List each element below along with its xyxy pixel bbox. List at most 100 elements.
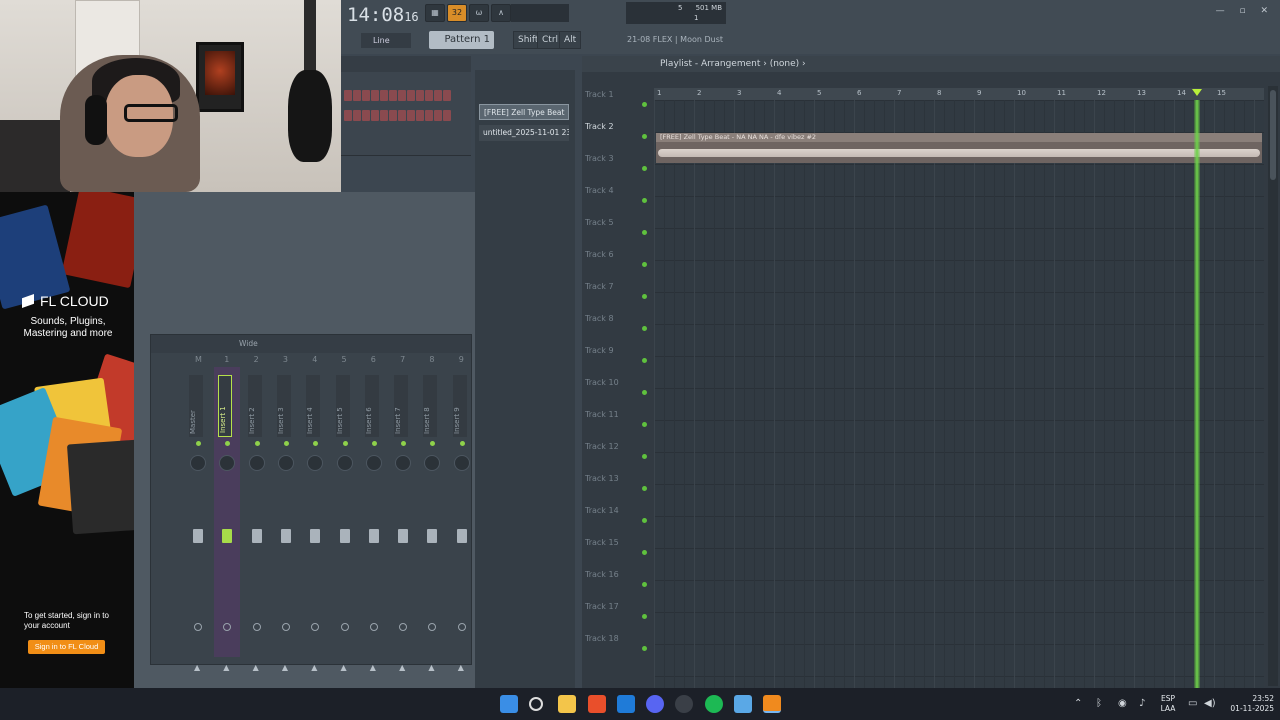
step-pad[interactable] bbox=[434, 90, 442, 101]
track-enable-led[interactable] bbox=[642, 326, 647, 331]
mixer-strip[interactable]: 8 Insert 8 ▲ bbox=[419, 355, 445, 672]
step-pad[interactable] bbox=[380, 110, 388, 121]
volume-icon[interactable]: ◀) bbox=[1204, 698, 1216, 709]
tempo-button[interactable]: 32 bbox=[447, 4, 467, 22]
step-pad[interactable] bbox=[371, 110, 379, 121]
volume-fader[interactable] bbox=[222, 529, 233, 543]
track-header[interactable]: Track 7 bbox=[584, 272, 650, 304]
strip-active-led[interactable] bbox=[196, 441, 201, 446]
obs-icon[interactable] bbox=[675, 695, 693, 713]
notepad-icon[interactable] bbox=[734, 695, 752, 713]
track-header[interactable]: Track 8 bbox=[584, 304, 650, 336]
send-knob[interactable] bbox=[369, 623, 378, 631]
brave-browser-icon[interactable] bbox=[588, 695, 606, 713]
step-pad[interactable] bbox=[344, 110, 352, 121]
route-arrow-icon[interactable]: ▲ bbox=[458, 663, 464, 672]
track-header[interactable]: Track 13 bbox=[584, 464, 650, 496]
route-arrow-icon[interactable]: ▲ bbox=[341, 663, 347, 672]
step-pad[interactable] bbox=[416, 110, 424, 121]
playhead-marker[interactable] bbox=[1192, 89, 1202, 96]
step-pad[interactable] bbox=[353, 90, 361, 101]
track-enable-led[interactable] bbox=[642, 262, 647, 267]
route-arrow-icon[interactable]: ▲ bbox=[194, 663, 200, 672]
fl-studio-icon[interactable] bbox=[763, 695, 781, 713]
track-header[interactable]: Track 1 bbox=[584, 80, 650, 112]
pan-knob[interactable] bbox=[277, 455, 294, 471]
step-pad[interactable] bbox=[344, 90, 352, 101]
pan-knob[interactable] bbox=[424, 455, 441, 471]
mixer-strip[interactable]: 9 Insert 9 ▲ bbox=[449, 355, 475, 672]
volume-fader[interactable] bbox=[251, 529, 262, 543]
pan-knob[interactable] bbox=[307, 455, 324, 471]
step-pad[interactable] bbox=[380, 90, 388, 101]
wait-icon[interactable]: ω bbox=[469, 4, 489, 22]
snap-selector[interactable]: Line bbox=[361, 33, 411, 48]
track-enable-led[interactable] bbox=[642, 646, 647, 651]
step-pad[interactable] bbox=[371, 90, 379, 101]
track-enable-led[interactable] bbox=[642, 198, 647, 203]
track-enable-led[interactable] bbox=[642, 102, 647, 107]
strip-active-led[interactable] bbox=[283, 441, 289, 446]
volume-fader[interactable] bbox=[339, 529, 350, 543]
mixer-strip[interactable]: 3 Insert 3 ▲ bbox=[273, 355, 299, 672]
track-enable-led[interactable] bbox=[642, 486, 647, 491]
track-enable-led[interactable] bbox=[642, 134, 647, 139]
volume-fader[interactable] bbox=[427, 529, 438, 543]
track-header[interactable]: Track 5 bbox=[584, 208, 650, 240]
mixer-strip[interactable]: 1 Insert 1 ▲ bbox=[214, 355, 241, 672]
track-enable-led[interactable] bbox=[642, 454, 647, 459]
send-knob[interactable] bbox=[340, 623, 349, 631]
language-indicator[interactable]: ESP LAA bbox=[1158, 694, 1178, 714]
track-header[interactable]: Track 17 bbox=[584, 592, 650, 624]
pattern-selector[interactable]: Pattern 1 bbox=[429, 31, 494, 49]
track-header[interactable]: Track 18 bbox=[584, 624, 650, 656]
track-enable-led[interactable] bbox=[642, 582, 647, 587]
discord-icon[interactable] bbox=[646, 695, 664, 713]
mixer-strip[interactable]: M Master ▲ bbox=[185, 355, 211, 672]
pan-knob[interactable] bbox=[365, 455, 382, 471]
mixer-strip[interactable]: 2 Insert 2 ▲ bbox=[244, 355, 270, 672]
volume-fader[interactable] bbox=[398, 529, 409, 543]
step-pad[interactable] bbox=[416, 90, 424, 101]
search-icon[interactable] bbox=[529, 697, 543, 711]
track-enable-led[interactable] bbox=[642, 550, 647, 555]
metronome-icon[interactable]: ∧ bbox=[491, 4, 511, 22]
file-explorer-icon[interactable] bbox=[558, 695, 576, 713]
pan-knob[interactable] bbox=[248, 455, 265, 471]
track-header[interactable]: Track 9 bbox=[584, 336, 650, 368]
route-arrow-icon[interactable]: ▲ bbox=[428, 663, 434, 672]
track-header[interactable]: Track 10 bbox=[584, 368, 650, 400]
send-knob[interactable] bbox=[223, 623, 232, 631]
route-arrow-icon[interactable]: ▲ bbox=[311, 663, 317, 672]
mixer-strip[interactable]: 7 Insert 7 ▲ bbox=[390, 355, 416, 672]
route-arrow-icon[interactable]: ▲ bbox=[399, 663, 405, 672]
route-arrow-icon[interactable]: ▲ bbox=[253, 663, 259, 672]
pan-knob[interactable] bbox=[219, 455, 236, 471]
track-header[interactable]: Track 12 bbox=[584, 432, 650, 464]
pan-knob[interactable] bbox=[453, 455, 470, 471]
track-header[interactable]: Track 2 bbox=[584, 112, 650, 144]
send-knob[interactable] bbox=[457, 623, 466, 631]
track-header[interactable]: Track 3 bbox=[584, 144, 650, 176]
route-arrow-icon[interactable]: ▲ bbox=[370, 663, 376, 672]
track-enable-led[interactable] bbox=[642, 358, 647, 363]
track-enable-led[interactable] bbox=[642, 166, 647, 171]
send-knob[interactable] bbox=[311, 623, 320, 631]
chevron-up-icon[interactable]: ⌃ bbox=[1074, 698, 1082, 709]
strip-active-led[interactable] bbox=[342, 441, 348, 446]
step-pad[interactable] bbox=[443, 90, 451, 101]
strip-active-led[interactable] bbox=[254, 441, 260, 446]
mixer-strip[interactable]: 4 Insert 4 ▲ bbox=[302, 355, 328, 672]
step-pad[interactable] bbox=[398, 90, 406, 101]
track-enable-led[interactable] bbox=[642, 390, 647, 395]
track-header[interactable]: Track 14 bbox=[584, 496, 650, 528]
pan-knob[interactable] bbox=[336, 455, 353, 471]
strip-active-led[interactable] bbox=[225, 441, 231, 446]
step-pad[interactable] bbox=[425, 110, 433, 121]
send-knob[interactable] bbox=[252, 623, 261, 631]
display-icon[interactable]: ▭ bbox=[1188, 698, 1197, 709]
step-pad[interactable] bbox=[389, 90, 397, 101]
strip-active-led[interactable] bbox=[313, 441, 319, 446]
route-arrow-icon[interactable]: ▲ bbox=[223, 663, 229, 672]
timeline-ruler[interactable]: 1 2 3 4 5 6 7 8 9 10 11 12 13 14 15 bbox=[654, 88, 1264, 100]
